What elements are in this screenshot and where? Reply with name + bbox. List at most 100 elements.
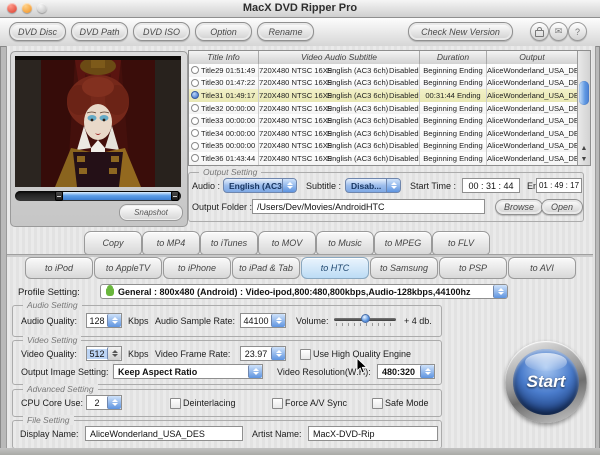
tab-to-avi[interactable]: to AVI bbox=[508, 257, 576, 279]
image-setting-label: Output Image Setting: bbox=[21, 367, 109, 377]
radio-title30[interactable] bbox=[191, 79, 199, 87]
table-row[interactable]: Title32 00:00:00 720X480 NTSC 16X9Englis… bbox=[189, 102, 577, 115]
video-quality-stepper[interactable]: 512 bbox=[86, 346, 122, 361]
stepper-arrows-icon bbox=[107, 314, 121, 327]
tab-to-ipod[interactable]: to iPod bbox=[25, 257, 93, 279]
deinterlacing-label: Deinterlacing bbox=[183, 398, 236, 408]
start-button-face[interactable]: Start bbox=[513, 349, 579, 415]
video-frame-art bbox=[15, 56, 181, 187]
cpu-core-stepper[interactable]: 2 bbox=[86, 395, 122, 410]
volume-slider[interactable] bbox=[334, 315, 396, 327]
hq-engine-checkbox[interactable] bbox=[300, 349, 311, 360]
stepper-arrows-icon bbox=[271, 347, 285, 360]
tab-copy[interactable]: Copy bbox=[84, 231, 142, 255]
open-button[interactable]: Open bbox=[541, 199, 583, 215]
stepper-arrows-icon bbox=[248, 365, 262, 378]
col-duration[interactable]: Duration bbox=[420, 51, 487, 64]
radio-title31-selected[interactable] bbox=[191, 91, 199, 99]
col-output[interactable]: Output bbox=[487, 51, 577, 64]
stepper-arrows-icon bbox=[282, 179, 296, 192]
table-row[interactable]: Title34 00:00:00 720X480 NTSC 16X9Englis… bbox=[189, 127, 577, 140]
start-time-field[interactable]: 00 : 31 : 44 bbox=[462, 178, 520, 193]
title-bar: MacX DVD Ripper Pro bbox=[0, 0, 600, 18]
tab-to-ipad-tab[interactable]: to iPad & Tab bbox=[232, 257, 300, 279]
tab-to-iphone[interactable]: to iPhone bbox=[163, 257, 231, 279]
audio-quality-stepper[interactable]: 128 bbox=[86, 313, 122, 328]
table-row-selected[interactable]: Title31 01:49:17 720X480 NTSC 16X9Englis… bbox=[189, 89, 577, 102]
col-video-audio-subtitle[interactable]: Video Audio Subtitle bbox=[259, 51, 420, 64]
table-row[interactable]: Title29 01:51:49 720X480 NTSC 16X9Englis… bbox=[189, 64, 577, 77]
table-row[interactable]: Title36 01:43:44 720X480 NTSC 16X9Englis… bbox=[189, 152, 577, 165]
tab-to-mov[interactable]: to MOV bbox=[258, 231, 316, 255]
start-button[interactable]: Start bbox=[505, 341, 587, 423]
radio-title34[interactable] bbox=[191, 129, 199, 137]
safe-mode-label: Safe Mode bbox=[385, 398, 429, 408]
force-sync-checkbox[interactable] bbox=[272, 398, 283, 409]
radio-title35[interactable] bbox=[191, 142, 199, 150]
table-row[interactable]: Title35 00:00:00 720X480 NTSC 16X9Englis… bbox=[189, 140, 577, 153]
slider-thumb[interactable] bbox=[361, 314, 370, 323]
resolution-select[interactable]: 480:320 bbox=[377, 364, 435, 379]
radio-title32[interactable] bbox=[191, 104, 199, 112]
tab-to-mp4[interactable]: to MP4 bbox=[142, 231, 200, 255]
sample-rate-stepper[interactable]: 44100 bbox=[240, 313, 286, 328]
table-row[interactable]: Title33 00:00:00 720X480 NTSC 16X9Englis… bbox=[189, 114, 577, 127]
scrollbar-thumb[interactable] bbox=[579, 81, 589, 105]
help-icon: ? bbox=[575, 27, 580, 37]
output-folder-field[interactable]: /Users/Dev/Movies/AndroidHTC bbox=[252, 199, 485, 214]
end-time-field[interactable]: 01 : 49 : 17 bbox=[536, 178, 582, 193]
browse-button[interactable]: Browse bbox=[495, 199, 543, 215]
dvd-iso-button[interactable]: DVD ISO bbox=[133, 22, 190, 41]
safe-mode-checkbox[interactable] bbox=[372, 398, 383, 409]
dvd-disc-button[interactable]: DVD Disc bbox=[9, 22, 66, 41]
mail-button[interactable]: ✉ bbox=[549, 22, 568, 41]
audio-label: Audio : bbox=[192, 181, 220, 191]
col-title-info[interactable]: Title Info bbox=[189, 51, 259, 64]
help-button[interactable]: ? bbox=[568, 22, 587, 41]
volume-label: Volume: bbox=[296, 316, 329, 326]
trim-end-handle[interactable] bbox=[171, 191, 179, 201]
tab-to-music[interactable]: to Music bbox=[316, 231, 374, 255]
trim-start-handle[interactable] bbox=[55, 191, 63, 201]
tab-to-itunes[interactable]: to iTunes bbox=[200, 231, 258, 255]
table-body: Title29 01:51:49 720X480 NTSC 16X9Englis… bbox=[189, 64, 577, 165]
deinterlacing-checkbox[interactable] bbox=[170, 398, 181, 409]
dvd-path-button[interactable]: DVD Path bbox=[71, 22, 128, 41]
volume-readout: + 4 db. bbox=[404, 316, 432, 326]
subtitle-select[interactable]: Disab... bbox=[345, 178, 401, 193]
account-button[interactable] bbox=[530, 22, 549, 41]
radio-title36[interactable] bbox=[191, 154, 199, 162]
option-button[interactable]: Option bbox=[195, 22, 252, 41]
scroll-up-icon[interactable]: ▲ bbox=[578, 143, 590, 154]
scroll-down-icon[interactable]: ▼ bbox=[578, 154, 590, 165]
audio-select[interactable]: English (AC3... bbox=[223, 178, 297, 193]
preview-panel: Snapshot bbox=[10, 51, 188, 227]
mouse-cursor-icon bbox=[356, 357, 368, 375]
android-icon bbox=[106, 288, 114, 296]
rename-button[interactable]: Rename bbox=[257, 22, 314, 41]
tab-to-flv[interactable]: to FLV bbox=[432, 231, 490, 255]
mail-icon: ✉ bbox=[555, 26, 563, 37]
display-name-field[interactable]: AliceWonderland_USA_DES bbox=[85, 426, 243, 441]
slider-ticks bbox=[336, 323, 394, 326]
output-folder-label: Output Folder : bbox=[192, 202, 252, 212]
frame-rate-label: Video Frame Rate: bbox=[155, 349, 230, 359]
profile-select[interactable]: General : 800x480 (Android) : Video-ipod… bbox=[100, 284, 508, 299]
artist-name-field[interactable]: MacX-DVD-Rip bbox=[308, 426, 438, 441]
image-setting-select[interactable]: Keep Aspect Ratio bbox=[113, 364, 263, 379]
artist-name-label: Artist Name: bbox=[252, 429, 302, 439]
frame-rate-stepper[interactable]: 23.97 bbox=[240, 346, 286, 361]
trim-seekbar[interactable] bbox=[15, 191, 181, 201]
table-row[interactable]: Title30 01:47:22 720X480 NTSC 16X9Englis… bbox=[189, 77, 577, 90]
tab-to-psp[interactable]: to PSP bbox=[439, 257, 507, 279]
tab-to-appletv[interactable]: to AppleTV bbox=[94, 257, 162, 279]
check-new-version-button[interactable]: Check New Version bbox=[408, 22, 513, 41]
stepper-arrows-icon bbox=[107, 347, 121, 360]
table-scrollbar[interactable]: ▲ ▼ bbox=[577, 51, 590, 165]
snapshot-button[interactable]: Snapshot bbox=[119, 204, 183, 221]
tab-to-htc-active[interactable]: to HTC bbox=[301, 257, 369, 279]
tab-to-mpeg[interactable]: to MPEG bbox=[374, 231, 432, 255]
radio-title33[interactable] bbox=[191, 117, 199, 125]
tab-to-samsung[interactable]: to Samsung bbox=[370, 257, 438, 279]
radio-title29[interactable] bbox=[191, 66, 199, 74]
